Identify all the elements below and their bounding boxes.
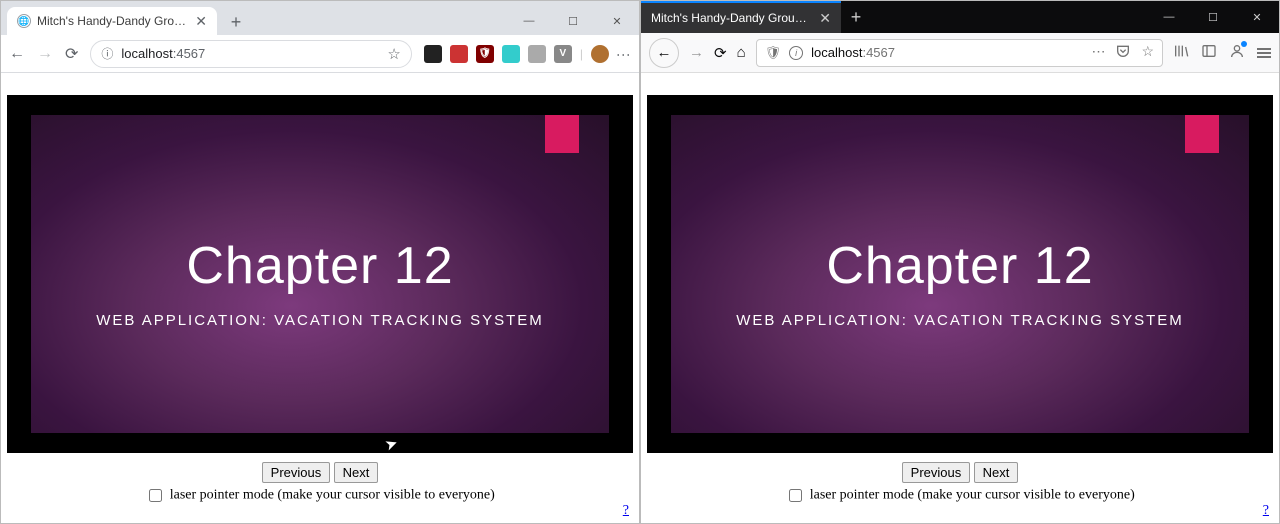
url-host: localhost [811,45,862,60]
laser-pointer-row: laser pointer mode (make your cursor vis… [1,486,639,505]
chrome-tab[interactable]: 🌐 Mitch's Handy-Dandy Group Pow ✕ [7,7,217,35]
url-text: localhost:4567 [811,45,895,60]
reload-button[interactable]: ⟳ [714,44,727,62]
address-bar[interactable]: 🛡 i localhost:4567 ⋯ ☆ [756,39,1163,67]
back-button[interactable]: ← [649,38,679,68]
firefox-window: Mitch's Handy-Dandy Group Powe ✕ + — ☐ ✕… [640,0,1280,524]
firefox-tab[interactable]: Mitch's Handy-Dandy Group Powe ✕ [641,1,841,33]
pocket-icon[interactable] [1115,43,1131,62]
laser-pointer-label: laser pointer mode (make your cursor vis… [810,488,1135,503]
extension-icon[interactable]: V [554,45,572,63]
slide-title: Chapter 12 [671,236,1249,296]
url-port: :4567 [173,46,206,61]
bookmark-star-icon[interactable]: ☆ [387,45,400,63]
extensions-row: 🛡 V | ⋮ [424,45,631,63]
slide-subtitle: WEB APPLICATION: VACATION TRACKING SYSTE… [671,312,1249,329]
next-button[interactable]: Next [334,462,379,483]
chrome-menu-icon[interactable]: ⋮ [617,48,631,59]
laser-pointer-row: laser pointer mode (make your cursor vis… [641,486,1279,505]
extension-icon[interactable] [528,45,546,63]
firefox-window-controls: — ☐ ✕ [1147,3,1279,31]
slide: Chapter 12 WEB APPLICATION: VACATION TRA… [31,115,609,433]
accent-bar [545,115,579,153]
firefox-toolbar: ← → ⟳ ⌂ 🛡 i localhost:4567 ⋯ ☆ [641,33,1279,73]
address-bar[interactable]: ⓘ localhost:4567 ☆ [90,40,411,68]
page-content: Chapter 12 WEB APPLICATION: VACATION TRA… [641,73,1279,523]
profile-avatar-icon[interactable] [591,45,609,63]
library-icon[interactable] [1173,43,1189,63]
page-content: Chapter 12 WEB APPLICATION: VACATION TRA… [1,73,639,523]
chrome-tabstrip: 🌐 Mitch's Handy-Dandy Group Pow ✕ + — ☐ … [1,1,639,35]
extension-icon[interactable] [424,45,442,63]
tab-close-icon[interactable]: ✕ [195,14,207,28]
chrome-window-controls: — ☐ ✕ [507,7,639,35]
firefox-tabstrip: Mitch's Handy-Dandy Group Powe ✕ + — ☐ ✕ [641,1,1279,33]
reload-button[interactable]: ⟳ [65,44,78,64]
nav-controls: Previous Next [1,462,639,483]
maximize-button[interactable]: ☐ [551,7,595,35]
forward-button[interactable]: → [37,45,53,63]
minimize-button[interactable]: — [1147,3,1191,31]
site-info-icon[interactable]: ⓘ [101,45,113,62]
url-text: localhost:4567 [121,46,205,61]
firefox-tab-title: Mitch's Handy-Dandy Group Powe [651,11,811,25]
laser-pointer-label: laser pointer mode (make your cursor vis… [170,488,495,503]
next-button[interactable]: Next [974,462,1019,483]
nav-controls: Previous Next [641,462,1279,483]
chrome-tab-title: Mitch's Handy-Dandy Group Pow [37,14,189,28]
maximize-button[interactable]: ☐ [1191,3,1235,31]
help-link[interactable]: ? [1263,503,1269,519]
minimize-button[interactable]: — [507,7,551,35]
shield-icon[interactable]: 🛡 [765,45,782,61]
slide-title: Chapter 12 [31,236,609,296]
accent-bar [1185,115,1219,153]
slide: Chapter 12 WEB APPLICATION: VACATION TRA… [671,115,1249,433]
chrome-window: 🌐 Mitch's Handy-Dandy Group Pow ✕ + — ☐ … [0,0,640,524]
extension-icon[interactable] [450,45,468,63]
sidebar-icon[interactable] [1201,43,1217,63]
mouse-cursor-icon: ➤ [382,433,400,454]
ublock-icon[interactable]: 🛡 [476,45,494,63]
firefox-menu-icon[interactable] [1257,48,1271,58]
site-info-icon[interactable]: i [789,46,803,60]
back-button[interactable]: ← [9,45,25,63]
laser-pointer-checkbox[interactable] [149,489,162,502]
extension-icon[interactable] [502,45,520,63]
account-icon[interactable] [1229,43,1245,63]
previous-button[interactable]: Previous [902,462,971,483]
slide-frame: Chapter 12 WEB APPLICATION: VACATION TRA… [647,95,1273,453]
new-tab-button[interactable]: + [223,9,249,35]
forward-button[interactable]: → [689,44,704,61]
url-host: localhost [121,46,172,61]
help-link[interactable]: ? [623,503,629,519]
close-window-button[interactable]: ✕ [1235,3,1279,31]
more-actions-icon[interactable]: ⋯ [1091,43,1105,62]
bookmark-star-icon[interactable]: ☆ [1141,43,1154,62]
tab-close-icon[interactable]: ✕ [819,10,831,27]
home-button[interactable]: ⌂ [737,44,746,61]
slide-subtitle: WEB APPLICATION: VACATION TRACKING SYSTE… [31,312,609,329]
firefox-tool-row [1173,43,1271,63]
laser-pointer-checkbox[interactable] [789,489,802,502]
globe-icon: 🌐 [17,14,31,28]
close-window-button[interactable]: ✕ [595,7,639,35]
url-port: :4567 [862,45,895,60]
slide-frame: Chapter 12 WEB APPLICATION: VACATION TRA… [7,95,633,453]
chrome-toolbar: ← → ⟳ ⓘ localhost:4567 ☆ 🛡 V | ⋮ [1,35,639,73]
previous-button[interactable]: Previous [262,462,331,483]
new-tab-button[interactable]: + [841,2,871,32]
